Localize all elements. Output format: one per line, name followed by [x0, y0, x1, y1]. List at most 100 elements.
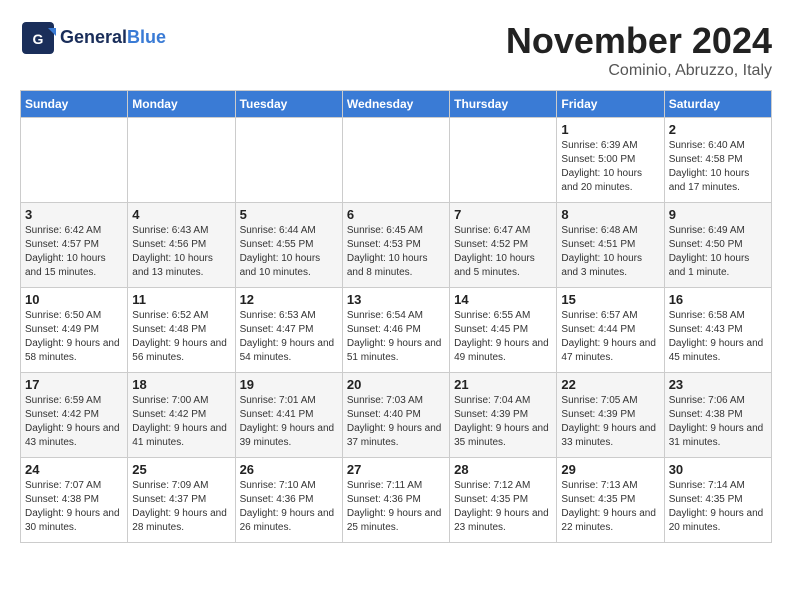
day-number: 30 [669, 462, 767, 477]
day-number: 11 [132, 292, 230, 307]
day-info: Sunrise: 7:01 AMSunset: 4:41 PMDaylight:… [240, 394, 338, 450]
weekday-header-wednesday: Wednesday [342, 91, 449, 118]
calendar-cell [21, 118, 128, 203]
day-number: 23 [669, 377, 767, 392]
logo-blue: Blue [127, 27, 166, 47]
day-info: Sunrise: 7:13 AMSunset: 4:35 PMDaylight:… [561, 479, 659, 535]
calendar-cell: 29 Sunrise: 7:13 AMSunset: 4:35 PMDayligh… [557, 458, 664, 543]
calendar-cell: 28 Sunrise: 7:12 AMSunset: 4:35 PMDayligh… [450, 458, 557, 543]
calendar-week-row: 10 Sunrise: 6:50 AMSunset: 4:49 PMDayligh… [21, 288, 772, 373]
day-number: 14 [454, 292, 552, 307]
day-number: 3 [25, 207, 123, 222]
calendar-cell: 30 Sunrise: 7:14 AMSunset: 4:35 PMDayligh… [664, 458, 771, 543]
calendar-cell: 25 Sunrise: 7:09 AMSunset: 4:37 PMDayligh… [128, 458, 235, 543]
day-number: 24 [25, 462, 123, 477]
calendar-cell: 22 Sunrise: 7:05 AMSunset: 4:39 PMDayligh… [557, 373, 664, 458]
day-info: Sunrise: 7:12 AMSunset: 4:35 PMDaylight:… [454, 479, 552, 535]
weekday-header-tuesday: Tuesday [235, 91, 342, 118]
logo-general: General [60, 27, 127, 47]
day-number: 26 [240, 462, 338, 477]
day-number: 5 [240, 207, 338, 222]
calendar-cell: 5Sunrise: 6:44 AMSunset: 4:55 PMDaylight… [235, 203, 342, 288]
day-info: Sunrise: 6:57 AMSunset: 4:44 PMDaylight:… [561, 309, 659, 365]
day-number: 10 [25, 292, 123, 307]
calendar-cell: 17 Sunrise: 6:59 AMSunset: 4:42 PMDayligh… [21, 373, 128, 458]
day-info: Sunrise: 7:04 AMSunset: 4:39 PMDaylight:… [454, 394, 552, 450]
day-number: 1 [561, 122, 659, 137]
calendar-cell: 24 Sunrise: 7:07 AMSunset: 4:38 PMDayligh… [21, 458, 128, 543]
weekday-header-thursday: Thursday [450, 91, 557, 118]
day-info: Sunrise: 7:07 AMSunset: 4:38 PMDaylight:… [25, 479, 123, 535]
calendar-cell: 19 Sunrise: 7:01 AMSunset: 4:41 PMDayligh… [235, 373, 342, 458]
calendar-week-row: 1 Sunrise: 6:39 AMSunset: 5:00 PMDaylight… [21, 118, 772, 203]
day-number: 6 [347, 207, 445, 222]
calendar-cell: 18Sunrise: 7:00 AMSunset: 4:42 PMDayligh… [128, 373, 235, 458]
day-info: Sunrise: 6:48 AMSunset: 4:51 PMDaylight:… [561, 224, 659, 280]
day-info: Sunrise: 6:43 AMSunset: 4:56 PMDaylight:… [132, 224, 230, 280]
calendar-cell: 9Sunrise: 6:49 AMSunset: 4:50 PMDaylight… [664, 203, 771, 288]
calendar-cell: 14 Sunrise: 6:55 AMSunset: 4:45 PMDayligh… [450, 288, 557, 373]
calendar-cell: 1 Sunrise: 6:39 AMSunset: 5:00 PMDaylight… [557, 118, 664, 203]
day-info: Sunrise: 6:40 AMSunset: 4:58 PMDaylight:… [669, 139, 767, 195]
day-info: Sunrise: 6:54 AMSunset: 4:46 PMDaylight:… [347, 309, 445, 365]
day-info: Sunrise: 7:05 AMSunset: 4:39 PMDaylight:… [561, 394, 659, 450]
day-number: 19 [240, 377, 338, 392]
title-area: November 2024 Cominio, Abruzzo, Italy [506, 20, 772, 80]
calendar-week-row: 17 Sunrise: 6:59 AMSunset: 4:42 PMDayligh… [21, 373, 772, 458]
day-info: Sunrise: 7:03 AMSunset: 4:40 PMDaylight:… [347, 394, 445, 450]
day-number: 21 [454, 377, 552, 392]
weekday-header-sunday: Sunday [21, 91, 128, 118]
day-info: Sunrise: 6:55 AMSunset: 4:45 PMDaylight:… [454, 309, 552, 365]
day-info: Sunrise: 6:58 AMSunset: 4:43 PMDaylight:… [669, 309, 767, 365]
logo: G GeneralBlue [20, 20, 166, 56]
day-info: Sunrise: 6:39 AMSunset: 5:00 PMDaylight:… [561, 139, 659, 195]
calendar-cell: 4 Sunrise: 6:43 AMSunset: 4:56 PMDaylight… [128, 203, 235, 288]
location-subtitle: Cominio, Abruzzo, Italy [506, 62, 772, 80]
calendar-cell: 27 Sunrise: 7:11 AMSunset: 4:36 PMDayligh… [342, 458, 449, 543]
weekday-header-friday: Friday [557, 91, 664, 118]
day-number: 27 [347, 462, 445, 477]
day-number: 28 [454, 462, 552, 477]
day-number: 7 [454, 207, 552, 222]
weekday-header-saturday: Saturday [664, 91, 771, 118]
calendar-cell: 7 Sunrise: 6:47 AMSunset: 4:52 PMDaylight… [450, 203, 557, 288]
day-number: 2 [669, 122, 767, 137]
calendar-cell [235, 118, 342, 203]
day-number: 22 [561, 377, 659, 392]
day-number: 9 [669, 207, 767, 222]
day-number: 4 [132, 207, 230, 222]
day-info: Sunrise: 7:11 AMSunset: 4:36 PMDaylight:… [347, 479, 445, 535]
calendar-cell: 20 Sunrise: 7:03 AMSunset: 4:40 PMDayligh… [342, 373, 449, 458]
calendar-cell: 13 Sunrise: 6:54 AMSunset: 4:46 PMDayligh… [342, 288, 449, 373]
weekday-header-monday: Monday [128, 91, 235, 118]
day-number: 29 [561, 462, 659, 477]
day-info: Sunrise: 6:45 AMSunset: 4:53 PMDaylight:… [347, 224, 445, 280]
day-number: 20 [347, 377, 445, 392]
day-info: Sunrise: 6:53 AMSunset: 4:47 PMDaylight:… [240, 309, 338, 365]
calendar-cell: 10 Sunrise: 6:50 AMSunset: 4:49 PMDayligh… [21, 288, 128, 373]
calendar-cell: 8 Sunrise: 6:48 AMSunset: 4:51 PMDaylight… [557, 203, 664, 288]
calendar-cell [128, 118, 235, 203]
day-info: Sunrise: 6:52 AMSunset: 4:48 PMDaylight:… [132, 309, 230, 365]
day-info: Sunrise: 7:09 AMSunset: 4:37 PMDaylight:… [132, 479, 230, 535]
day-number: 15 [561, 292, 659, 307]
calendar-cell [342, 118, 449, 203]
day-info: Sunrise: 6:47 AMSunset: 4:52 PMDaylight:… [454, 224, 552, 280]
day-number: 12 [240, 292, 338, 307]
day-info: Sunrise: 7:14 AMSunset: 4:35 PMDaylight:… [669, 479, 767, 535]
calendar-cell: 2 Sunrise: 6:40 AMSunset: 4:58 PMDaylight… [664, 118, 771, 203]
calendar-cell [450, 118, 557, 203]
calendar-cell: 3Sunrise: 6:42 AMSunset: 4:57 PMDaylight… [21, 203, 128, 288]
day-info: Sunrise: 7:00 AMSunset: 4:42 PMDaylight:… [132, 394, 230, 450]
calendar-cell: 12 Sunrise: 6:53 AMSunset: 4:47 PMDayligh… [235, 288, 342, 373]
calendar-cell: 26Sunrise: 7:10 AMSunset: 4:36 PMDayligh… [235, 458, 342, 543]
day-number: 13 [347, 292, 445, 307]
calendar-cell: 21 Sunrise: 7:04 AMSunset: 4:39 PMDayligh… [450, 373, 557, 458]
day-info: Sunrise: 6:50 AMSunset: 4:49 PMDaylight:… [25, 309, 123, 365]
day-info: Sunrise: 6:59 AMSunset: 4:42 PMDaylight:… [25, 394, 123, 450]
day-number: 8 [561, 207, 659, 222]
calendar-cell: 11 Sunrise: 6:52 AMSunset: 4:48 PMDayligh… [128, 288, 235, 373]
calendar-week-row: 3Sunrise: 6:42 AMSunset: 4:57 PMDaylight… [21, 203, 772, 288]
day-number: 25 [132, 462, 230, 477]
day-number: 17 [25, 377, 123, 392]
